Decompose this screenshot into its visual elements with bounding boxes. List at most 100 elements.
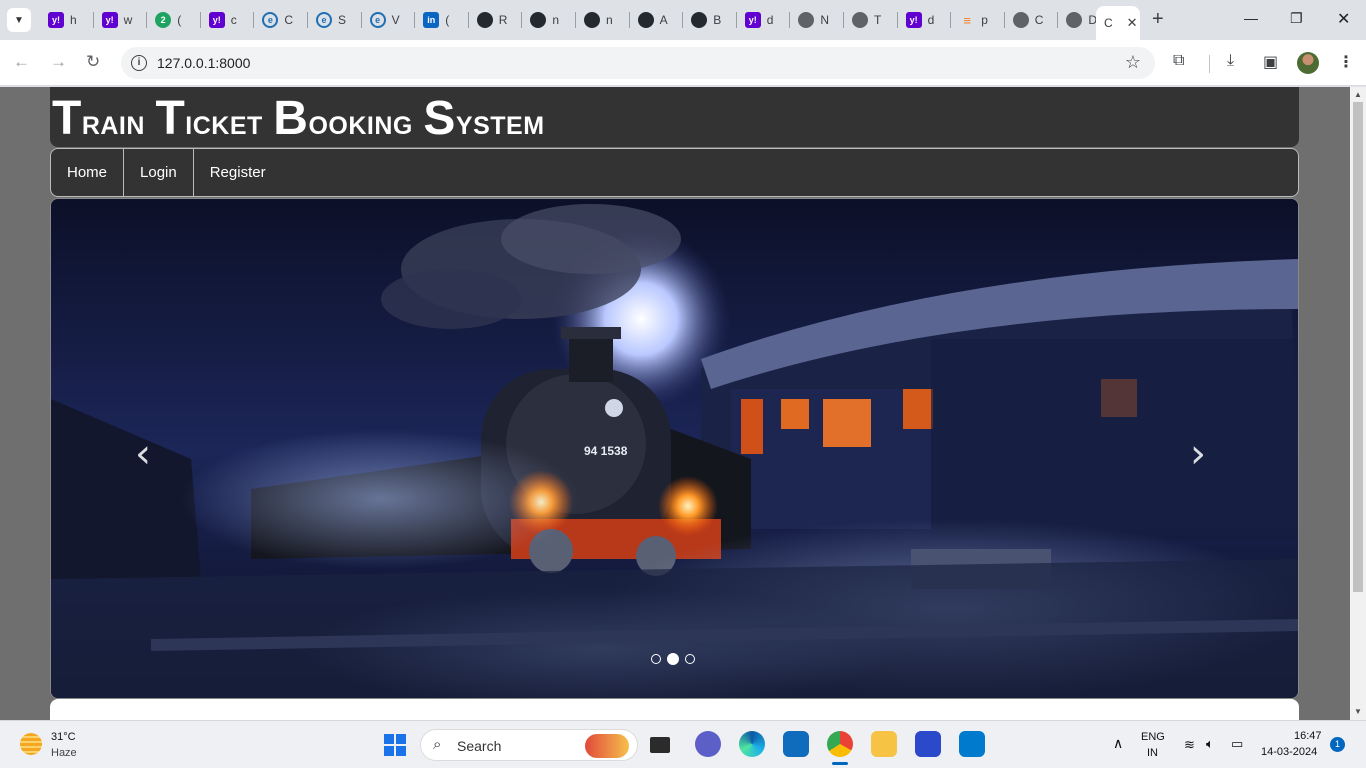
profile-avatar[interactable] xyxy=(1297,52,1319,74)
chrome-icon[interactable] xyxy=(827,731,853,765)
active-tab[interactable]: C ✕ xyxy=(1096,6,1140,40)
nav-home[interactable]: Home xyxy=(51,149,125,196)
browser-tab[interactable]: R xyxy=(469,8,523,32)
address-bar[interactable]: i 127.0.0.1:8000 ☆ xyxy=(121,47,1155,79)
battery-icon[interactable]: ▭ xyxy=(1231,736,1243,752)
weather-temperature[interactable]: 31°C xyxy=(51,731,76,743)
language-indicator[interactable]: ENG xyxy=(1141,731,1165,743)
github-icon xyxy=(637,12,654,28)
carousel-dot[interactable] xyxy=(651,654,661,664)
clock-time[interactable]: 16:47 xyxy=(1294,730,1322,742)
tab-label: A xyxy=(659,13,668,27)
teams-chat-icon[interactable] xyxy=(695,731,721,757)
close-tab-icon[interactable]: ✕ xyxy=(1127,15,1138,31)
nav-register[interactable]: Register xyxy=(194,149,282,196)
arrow-left-icon: ← xyxy=(13,52,30,71)
tab-label: w xyxy=(123,13,133,27)
tab-strip: ▼ y! h y! w 2(y! c e Ce Se Vin(Rn n A By! d N Ty! d ≡ p C D … xyxy=(0,0,1366,40)
restore-button[interactable]: ❐ xyxy=(1290,10,1303,27)
browser-tab[interactable]: eC xyxy=(254,8,308,32)
browser-tab[interactable]: N xyxy=(790,8,844,32)
edge-icon: e xyxy=(316,12,332,28)
browser-tab[interactable]: y! d xyxy=(898,8,952,32)
yahoo-icon: y! xyxy=(48,12,64,28)
globe-icon xyxy=(1066,12,1083,28)
chevron-down-icon: ▼ xyxy=(14,14,24,26)
browser-tab[interactable]: ≡ p xyxy=(951,8,1005,32)
reload-button[interactable]: ↻ xyxy=(86,52,100,72)
browser-tab[interactable]: y! c xyxy=(201,8,255,32)
browser-tab[interactable]: eV xyxy=(362,8,416,32)
extensions-icon[interactable]: ⧉ xyxy=(1173,52,1184,70)
browser-tab[interactable]: n xyxy=(576,8,630,32)
tab-search-button[interactable]: ▼ xyxy=(7,8,31,32)
task-view-icon[interactable] xyxy=(650,737,670,753)
title-word: Train xyxy=(52,92,145,145)
site-header: Train Ticket Booking System xyxy=(50,87,1299,147)
tab-label: h xyxy=(70,13,77,27)
forward-button[interactable]: → xyxy=(50,52,67,72)
main-nav: Home Login Register xyxy=(50,148,1299,197)
page-scrollbar[interactable]: ▲ ▼ xyxy=(1350,87,1366,720)
tab-label: n xyxy=(552,13,560,27)
carousel-dot-active[interactable] xyxy=(667,653,679,665)
clock-date[interactable]: 14-03-2024 xyxy=(1261,746,1317,758)
weather-description[interactable]: Haze xyxy=(51,747,77,759)
browser-tab[interactable]: C xyxy=(1005,8,1059,32)
volume-icon[interactable]: 🔈︎ xyxy=(1206,736,1214,752)
metamask-app-icon[interactable] xyxy=(915,731,941,757)
taskbar-search[interactable]: ⌕ Search xyxy=(420,729,638,761)
browser-tab[interactable]: 2( xyxy=(147,8,201,32)
vscode-icon[interactable] xyxy=(959,731,985,757)
plate-text: 94 1538 xyxy=(584,444,628,458)
browser-tab[interactable]: y! h xyxy=(40,8,94,32)
close-window-button[interactable]: ✕ xyxy=(1337,9,1350,29)
yahoo-icon: y! xyxy=(101,12,118,28)
language-region[interactable]: IN xyxy=(1147,747,1158,759)
minimize-button[interactable]: — xyxy=(1244,10,1258,26)
edge-browser-icon[interactable] xyxy=(739,731,765,757)
bookmark-star-icon[interactable]: ☆ xyxy=(1125,52,1141,73)
taskbar-search-placeholder: Search xyxy=(457,738,502,754)
url-text[interactable]: 127.0.0.1:8000 xyxy=(157,55,250,71)
scrollbar-thumb[interactable] xyxy=(1353,102,1363,592)
github-icon xyxy=(691,12,708,28)
browser-tab[interactable]: A xyxy=(630,8,684,32)
site-info-icon[interactable]: i xyxy=(131,55,147,71)
tab-label: d xyxy=(766,13,774,27)
back-button[interactable]: ← xyxy=(13,52,30,72)
carousel-prev-button[interactable]: ‹ xyxy=(135,434,151,474)
scroll-down-icon[interactable]: ▼ xyxy=(1354,707,1362,716)
menu-kebab-icon[interactable]: ⋮ xyxy=(1338,52,1354,72)
notification-badge[interactable]: 1 xyxy=(1330,737,1345,752)
carousel-dot[interactable] xyxy=(685,654,695,664)
windows-start-icon[interactable] xyxy=(384,734,406,756)
browser-tab[interactable]: y! w xyxy=(94,8,148,32)
tray-overflow-icon[interactable]: ∧ xyxy=(1113,735,1123,752)
download-icon[interactable]: ⤓ xyxy=(1227,52,1234,70)
weather-haze-icon[interactable] xyxy=(20,733,42,755)
scroll-up-icon[interactable]: ▲ xyxy=(1354,90,1362,99)
carousel-next-button[interactable]: › xyxy=(1190,434,1206,474)
stackoverflow-icon: ≡ xyxy=(963,12,971,28)
file-explorer-icon[interactable] xyxy=(871,731,897,757)
side-panel-icon[interactable]: ▣ xyxy=(1263,52,1278,72)
browser-tab[interactable]: B xyxy=(683,8,737,32)
browser-tab[interactable]: T xyxy=(844,8,898,32)
browser-tab[interactable]: eS xyxy=(308,8,362,32)
nav-login[interactable]: Login xyxy=(124,149,194,196)
globe-icon xyxy=(1012,12,1029,28)
browser-tab[interactable]: in ( xyxy=(415,8,469,32)
new-tab-button[interactable]: + xyxy=(1152,9,1164,29)
yahoo-icon: y! xyxy=(208,12,225,28)
browser-tab[interactable]: y! d xyxy=(737,8,791,32)
tab-label: d xyxy=(927,13,935,27)
tab-label: T xyxy=(874,13,882,27)
microsoft-store-icon[interactable] xyxy=(783,731,809,757)
whatsapp-badge-icon: 2 xyxy=(155,12,172,28)
tab-label: N xyxy=(820,13,830,27)
yahoo-icon: y! xyxy=(744,12,761,28)
search-icon: ⌕ xyxy=(433,736,442,753)
wifi-icon[interactable]: ≋ xyxy=(1184,737,1195,753)
browser-tab[interactable]: n xyxy=(522,8,576,32)
